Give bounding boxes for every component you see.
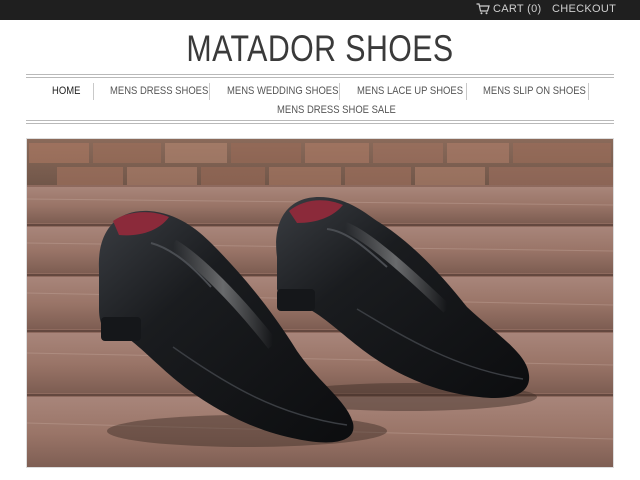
site-logo[interactable]: MATADOR SHOES	[58, 27, 583, 71]
checkout-link[interactable]: CHECKOUT	[552, 3, 616, 15]
nav-separator	[466, 83, 467, 100]
nav-item-mens-wedding-shoes[interactable]: MENS WEDDING SHOES	[227, 85, 338, 97]
nav-separator	[339, 83, 340, 100]
shoes-photo-illustration	[27, 139, 613, 467]
top-bar: CART (0) CHECKOUT	[0, 0, 640, 20]
header-divider-top	[26, 74, 614, 75]
nav-item-mens-lace-up-shoes[interactable]: MENS LACE UP SHOES	[357, 85, 463, 97]
nav-item-mens-dress-shoes[interactable]: MENS DRESS SHOES	[110, 85, 208, 97]
nav-separator	[93, 83, 94, 100]
hero-image[interactable]	[26, 138, 614, 468]
header-divider-bottom	[26, 120, 614, 121]
nav-item-home[interactable]: HOME	[52, 85, 80, 97]
cart-link[interactable]: CART (0)	[476, 3, 541, 15]
cart-icon	[476, 3, 490, 15]
cart-label: CART (0)	[493, 3, 542, 15]
header-divider-top-inner	[26, 77, 614, 78]
header-divider-bottom-inner	[26, 123, 614, 124]
nav-separator	[588, 83, 589, 100]
nav-item-mens-slip-on-shoes[interactable]: MENS SLIP ON SHOES	[483, 85, 586, 97]
nav-separator	[209, 83, 210, 100]
main-nav: HOME MENS DRESS SHOES MENS WEDDING SHOES…	[26, 82, 614, 120]
nav-item-mens-dress-shoe-sale[interactable]: MENS DRESS SHOE SALE	[277, 104, 396, 116]
